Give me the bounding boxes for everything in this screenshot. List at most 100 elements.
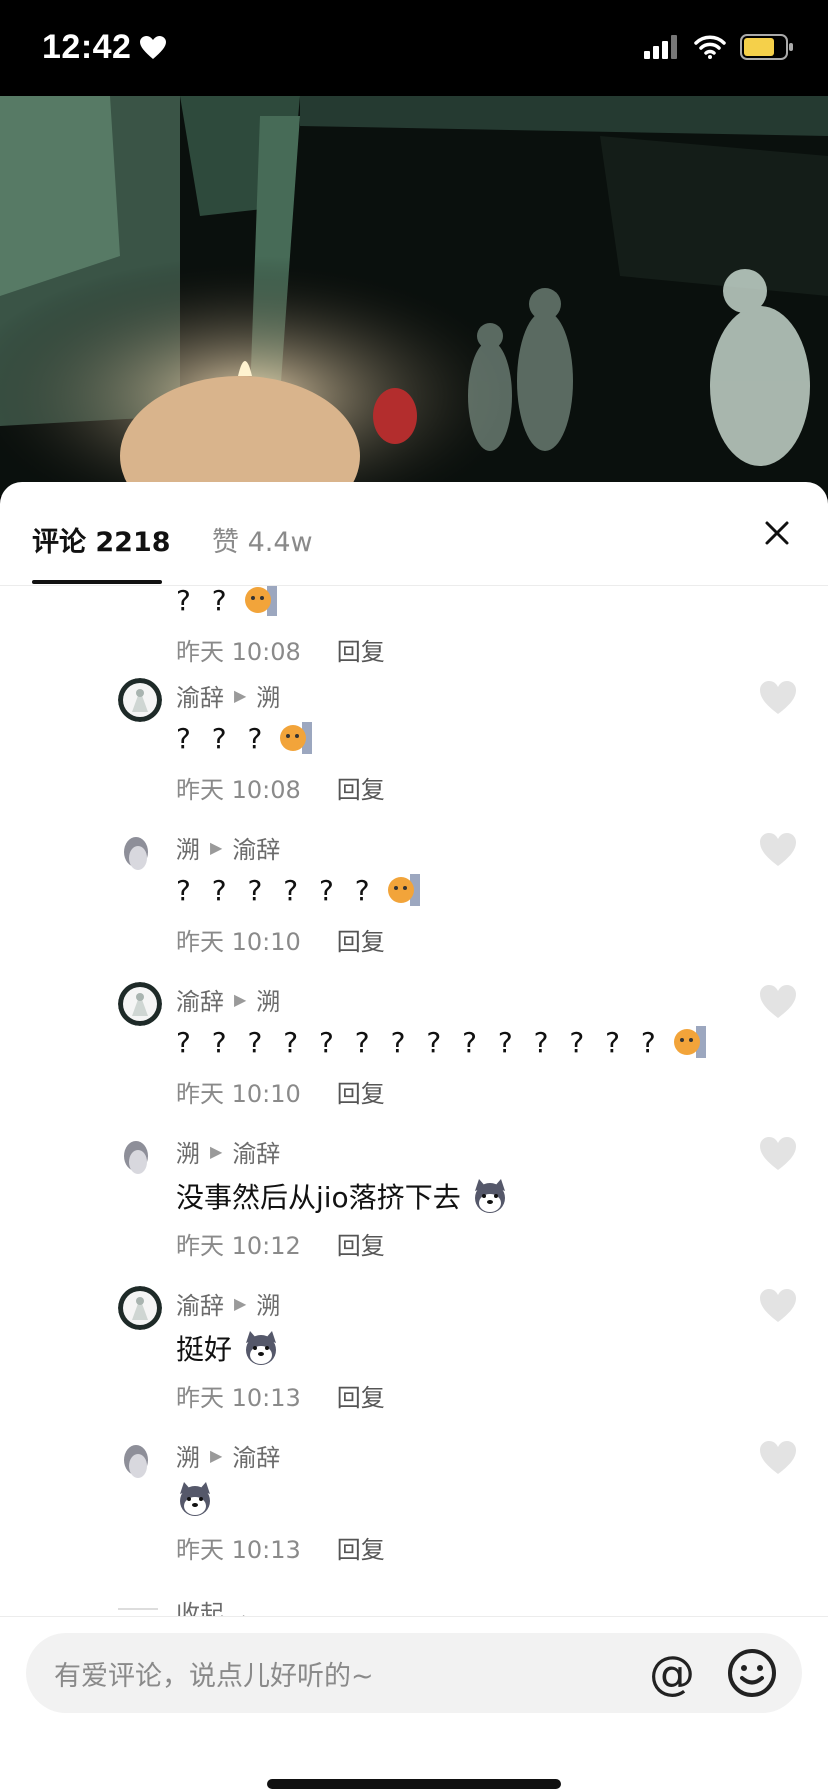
reply-author[interactable]: 溯 (176, 1134, 200, 1169)
heart-status-icon (140, 35, 167, 59)
avatar[interactable] (118, 678, 162, 722)
avatar[interactable] (118, 1438, 162, 1482)
active-tab-indicator (32, 580, 162, 584)
list-item: 溯 ▶ 渝辞 ? ? ? ? ? ? 昨天 10:10 回复 (0, 820, 828, 972)
reply-names: 溯 ▶ 渝辞 (176, 830, 280, 865)
reply-names: 渝辞 ▶ 溯 (176, 678, 280, 713)
reply-arrow-icon: ▶ (210, 838, 223, 857)
avatar[interactable] (118, 982, 162, 1026)
reply-text: ? ? ? (176, 720, 314, 756)
like-heart-icon[interactable] (758, 1440, 798, 1476)
reply-names: 渝辞 ▶ 溯 (176, 982, 280, 1017)
avatar[interactable] (118, 1286, 162, 1330)
reply-target[interactable]: 溯 (256, 982, 280, 1017)
video-frame-image (0, 96, 828, 496)
emoji-smile-icon[interactable] (724, 1645, 780, 1701)
status-time: 12:42 (42, 28, 167, 67)
reply-names: 渝辞 ▶ 溯 (176, 1286, 280, 1321)
tab-comments[interactable]: 评论 2218 (32, 520, 171, 559)
like-heart-icon[interactable] (758, 984, 798, 1020)
cat-emoji-icon (387, 874, 420, 906)
reply-button[interactable]: 回复 (337, 632, 385, 667)
reply-author[interactable]: 渝辞 (176, 678, 224, 713)
reply-author[interactable]: 渝辞 (176, 982, 224, 1017)
reply-author[interactable]: 溯 (176, 830, 200, 865)
like-heart-icon[interactable] (758, 832, 798, 868)
reply-arrow-icon: ▶ (234, 990, 247, 1009)
reply-text: 挺好 (176, 1328, 280, 1368)
reply-button[interactable]: 回复 (337, 1226, 385, 1261)
reply-time: 昨天 10:13 (176, 1536, 301, 1564)
reply-text-content: ? ? ? (176, 721, 269, 755)
mention-button[interactable]: @ (644, 1645, 700, 1701)
reply-time: 昨天 10:12 (176, 1232, 301, 1260)
reply-text-content: 没事然后从jio落挤下去 (176, 1181, 461, 1214)
like-heart-icon[interactable] (758, 680, 798, 716)
reply-meta: 昨天 10:08 回复 (176, 770, 385, 805)
reply-button[interactable]: 回复 (337, 1530, 385, 1565)
reply-text-content: ? ? ? ? ? ? ? ? ? ? ? ? ? ? (176, 1025, 662, 1059)
avatar[interactable] (118, 1134, 162, 1178)
reply-meta: 昨天 10:10 回复 (176, 1074, 385, 1109)
list-item: 渝辞 ▶ 溯 ? ? ? 昨天 10:08 回复 (0, 668, 828, 820)
collapse-replies-button[interactable]: 收起 ︿ (176, 1594, 256, 1616)
reply-names: 溯 ▶ 渝辞 (176, 1438, 280, 1473)
reply-meta: 昨天 10:13 回复 (176, 1530, 385, 1565)
like-heart-icon[interactable] (758, 1288, 798, 1324)
reply-button[interactable]: 回复 (337, 922, 385, 957)
list-item: 渝辞 ▶ 溯 ? ? ? ? ? ? ? ? ? ? ? ? ? ? 昨天 10… (0, 972, 828, 1124)
like-heart-icon[interactable] (758, 1136, 798, 1172)
reply-arrow-icon: ▶ (210, 1446, 223, 1465)
reply-meta: 昨天 10:13 回复 (176, 1378, 385, 1413)
video-player[interactable] (0, 96, 828, 496)
reply-target[interactable]: 渝辞 (232, 1438, 280, 1473)
cat-emoji-icon (244, 586, 277, 616)
avatar[interactable] (118, 830, 162, 874)
chevron-up-icon: ︿ (231, 1600, 256, 1616)
status-indicators (644, 34, 794, 60)
cat-emoji-icon (673, 1026, 706, 1058)
time-text: 12:42 (42, 28, 132, 66)
status-bar: 12:42 (0, 0, 828, 96)
comment-input-placeholder: 有爱评论，说点儿好听的~ (54, 1660, 374, 1692)
collapse-divider (118, 1608, 158, 1610)
tab-likes[interactable]: 赞 4.4w (212, 520, 313, 559)
battery-icon (740, 34, 793, 60)
reply-time: 昨天 10:10 (176, 1080, 301, 1108)
reply-arrow-icon: ▶ (234, 686, 247, 705)
close-button[interactable] (752, 508, 802, 558)
reply-text: 没事然后从jio落挤下去 (176, 1176, 509, 1216)
collapse-label: 收起 (176, 1600, 224, 1616)
reply-button[interactable]: 回复 (337, 770, 385, 805)
wifi-icon (694, 35, 726, 59)
reply-meta: 昨天 10:10 回复 (176, 922, 385, 957)
reply-meta: 昨天 10:12 回复 (176, 1226, 385, 1261)
at-icon: @ (649, 1646, 695, 1700)
reply-button[interactable]: 回复 (337, 1378, 385, 1413)
reply-time: 昨天 10:10 (176, 928, 301, 956)
reply-arrow-icon: ▶ (210, 1142, 223, 1161)
reply-author[interactable]: 溯 (176, 1438, 200, 1473)
list-item: 溯 ▶ 渝辞 没事然后从jio落挤下去 昨天 10:12 回复 (0, 1124, 828, 1276)
reply-time: 昨天 10:08 (176, 776, 301, 804)
reply-time: 昨天 10:08 (176, 638, 301, 666)
home-indicator (267, 1779, 561, 1789)
reply-meta: 昨天 10:08 回复 (176, 632, 385, 667)
comment-replies-list[interactable]: ? ? 昨天 10:08 回复 渝辞 ▶ 溯 ? ? ? 昨天 10:08 回复… (0, 586, 828, 1616)
reply-target[interactable]: 溯 (256, 1286, 280, 1321)
reply-author[interactable]: 渝辞 (176, 1286, 224, 1321)
reply-text-content: 挺好 (176, 1333, 233, 1366)
husky-emoji-icon (246, 1331, 277, 1365)
reply-target[interactable]: 渝辞 (232, 1134, 280, 1169)
reply-target[interactable]: 渝辞 (232, 830, 280, 865)
reply-button[interactable]: 回复 (337, 1074, 385, 1109)
list-item: 渝辞 ▶ 溯 挺好 昨天 10:13 回复 (0, 1276, 828, 1428)
reply-text (176, 1480, 214, 1518)
list-item: 溯 ▶ 渝辞 昨天 10:13 回复 (0, 1428, 828, 1580)
reply-target[interactable]: 溯 (256, 678, 280, 713)
reply-names: 溯 ▶ 渝辞 (176, 1134, 280, 1169)
comments-header: 评论 2218 赞 4.4w (0, 482, 828, 586)
husky-emoji-icon (180, 1482, 210, 1516)
reply-text: ? ? (176, 586, 279, 618)
comment-input-bar: 有爱评论，说点儿好听的~ @ (0, 1616, 828, 1792)
